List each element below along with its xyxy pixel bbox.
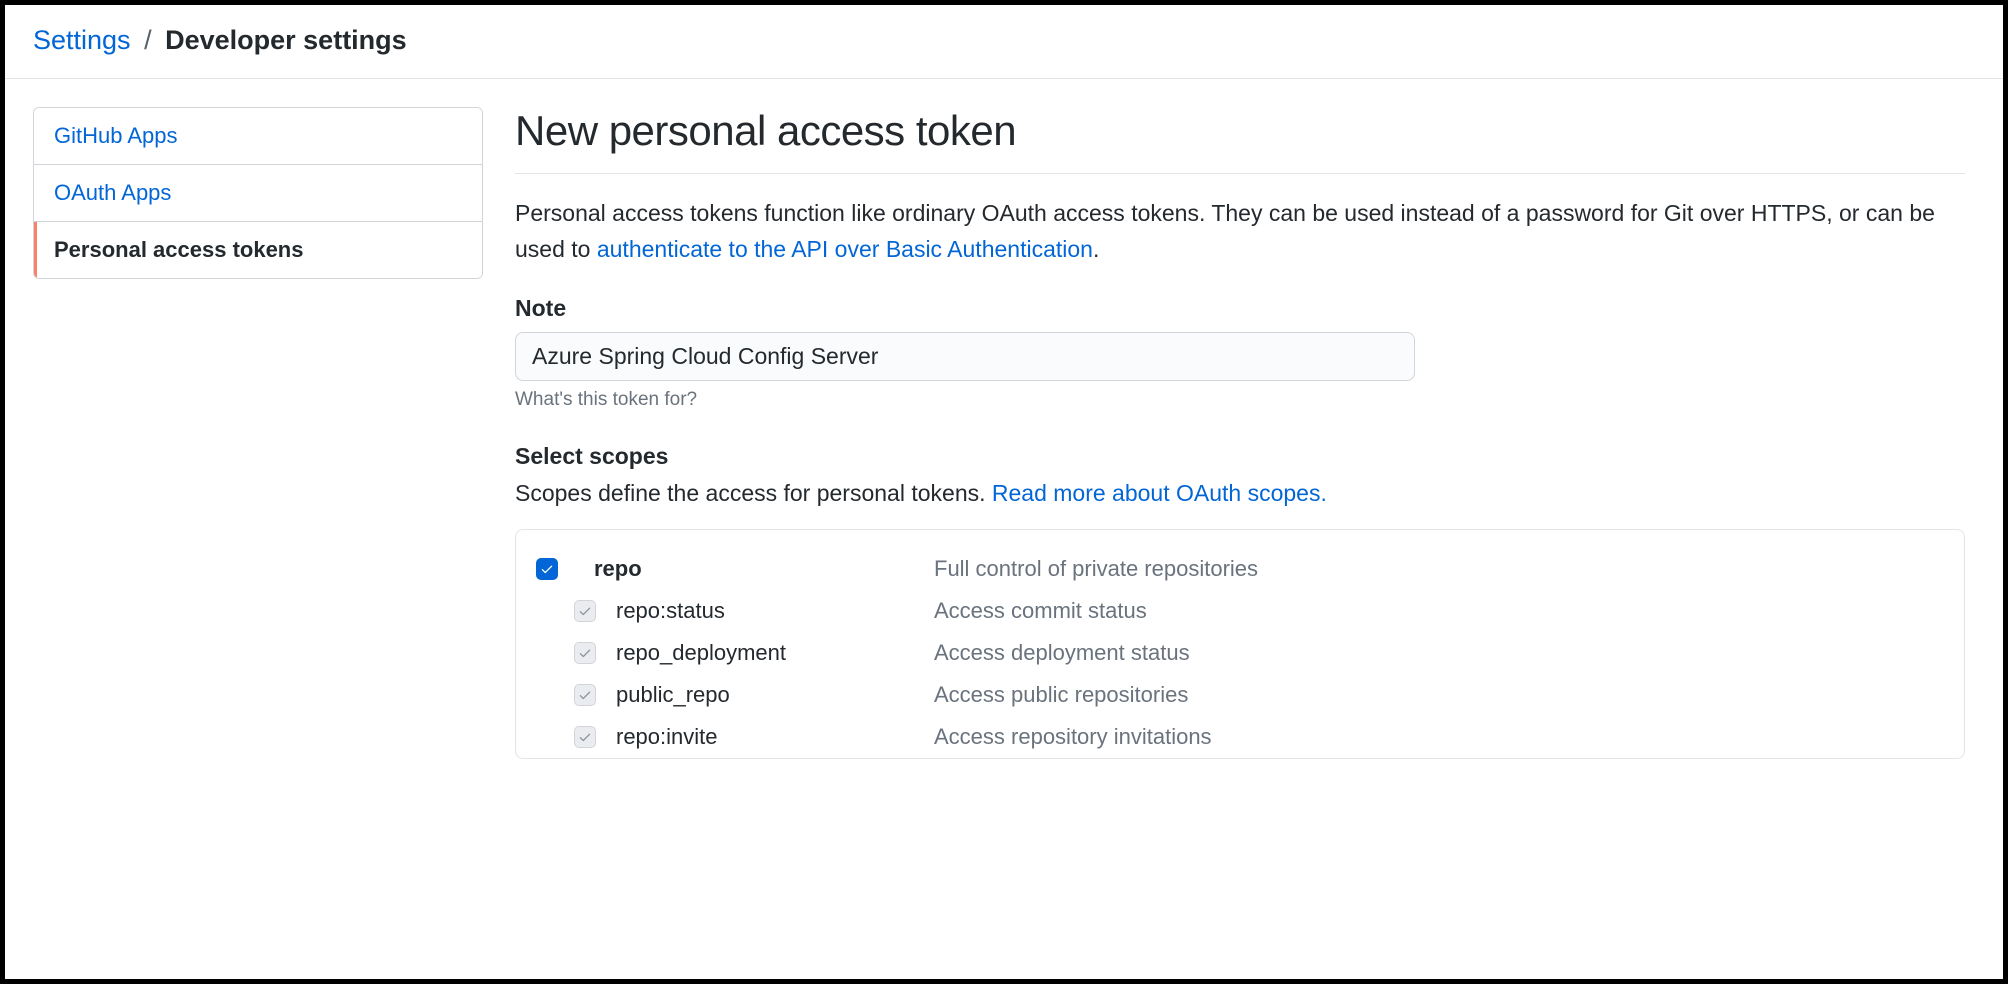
scope-row-repo-deployment: repo_deployment Access deployment status — [536, 632, 1944, 674]
scope-checkbox-repo-deployment[interactable] — [574, 642, 596, 664]
scopes-desc-pre: Scopes define the access for personal to… — [515, 480, 992, 506]
note-label: Note — [515, 295, 1965, 322]
sidebar-item-label: OAuth Apps — [54, 180, 171, 205]
scopes-description: Scopes define the access for personal to… — [515, 480, 1965, 507]
check-icon — [578, 646, 592, 660]
scope-row-repo-invite: repo:invite Access repository invitation… — [536, 716, 1944, 758]
sidebar-item-oauth-apps[interactable]: OAuth Apps — [34, 165, 482, 222]
check-icon — [578, 604, 592, 618]
sidenav: GitHub Apps OAuth Apps Personal access t… — [33, 107, 483, 279]
scope-name: public_repo — [616, 682, 934, 708]
scopes-box: repo Full control of private repositorie… — [515, 529, 1965, 759]
check-icon — [540, 562, 554, 576]
auth-api-link[interactable]: authenticate to the API over Basic Authe… — [597, 236, 1093, 262]
page-description: Personal access tokens function like ord… — [515, 196, 1965, 267]
check-icon — [578, 730, 592, 744]
scope-row-repo: repo Full control of private repositorie… — [536, 548, 1944, 590]
sidebar: GitHub Apps OAuth Apps Personal access t… — [33, 107, 483, 759]
scope-desc: Access repository invitations — [934, 724, 1212, 750]
note-hint: What's this token for? — [515, 389, 1965, 411]
sidebar-item-personal-access-tokens[interactable]: Personal access tokens — [34, 222, 482, 278]
sidebar-item-label: GitHub Apps — [54, 123, 178, 148]
scope-checkbox-repo-status[interactable] — [574, 600, 596, 622]
scope-checkbox-repo-invite[interactable] — [574, 726, 596, 748]
scope-desc: Access public repositories — [934, 682, 1188, 708]
sidebar-item-github-apps[interactable]: GitHub Apps — [34, 108, 482, 165]
scope-desc: Full control of private repositories — [934, 556, 1258, 582]
scope-name: repo:status — [616, 598, 934, 624]
check-icon — [578, 688, 592, 702]
scope-name: repo:invite — [616, 724, 934, 750]
desc-text-post: . — [1093, 236, 1099, 262]
scope-name: repo — [594, 556, 934, 582]
scope-checkbox-repo[interactable] — [536, 558, 558, 580]
scope-desc: Access deployment status — [934, 640, 1190, 666]
breadcrumb-settings-link[interactable]: Settings — [33, 25, 131, 55]
oauth-scopes-link[interactable]: Read more about OAuth scopes. — [992, 480, 1327, 506]
page-title: New personal access token — [515, 107, 1965, 174]
main-content: New personal access token Personal acces… — [515, 107, 1975, 759]
breadcrumb-current: Developer settings — [165, 25, 407, 55]
scope-row-repo-status: repo:status Access commit status — [536, 590, 1944, 632]
scope-row-public-repo: public_repo Access public repositories — [536, 674, 1944, 716]
note-input[interactable] — [515, 332, 1415, 381]
scope-name: repo_deployment — [616, 640, 934, 666]
scopes-label: Select scopes — [515, 443, 1965, 470]
scope-desc: Access commit status — [934, 598, 1147, 624]
sidebar-item-label: Personal access tokens — [54, 237, 303, 262]
scope-checkbox-public-repo[interactable] — [574, 684, 596, 706]
breadcrumb: Settings / Developer settings — [5, 5, 2003, 79]
breadcrumb-separator: / — [144, 25, 152, 55]
